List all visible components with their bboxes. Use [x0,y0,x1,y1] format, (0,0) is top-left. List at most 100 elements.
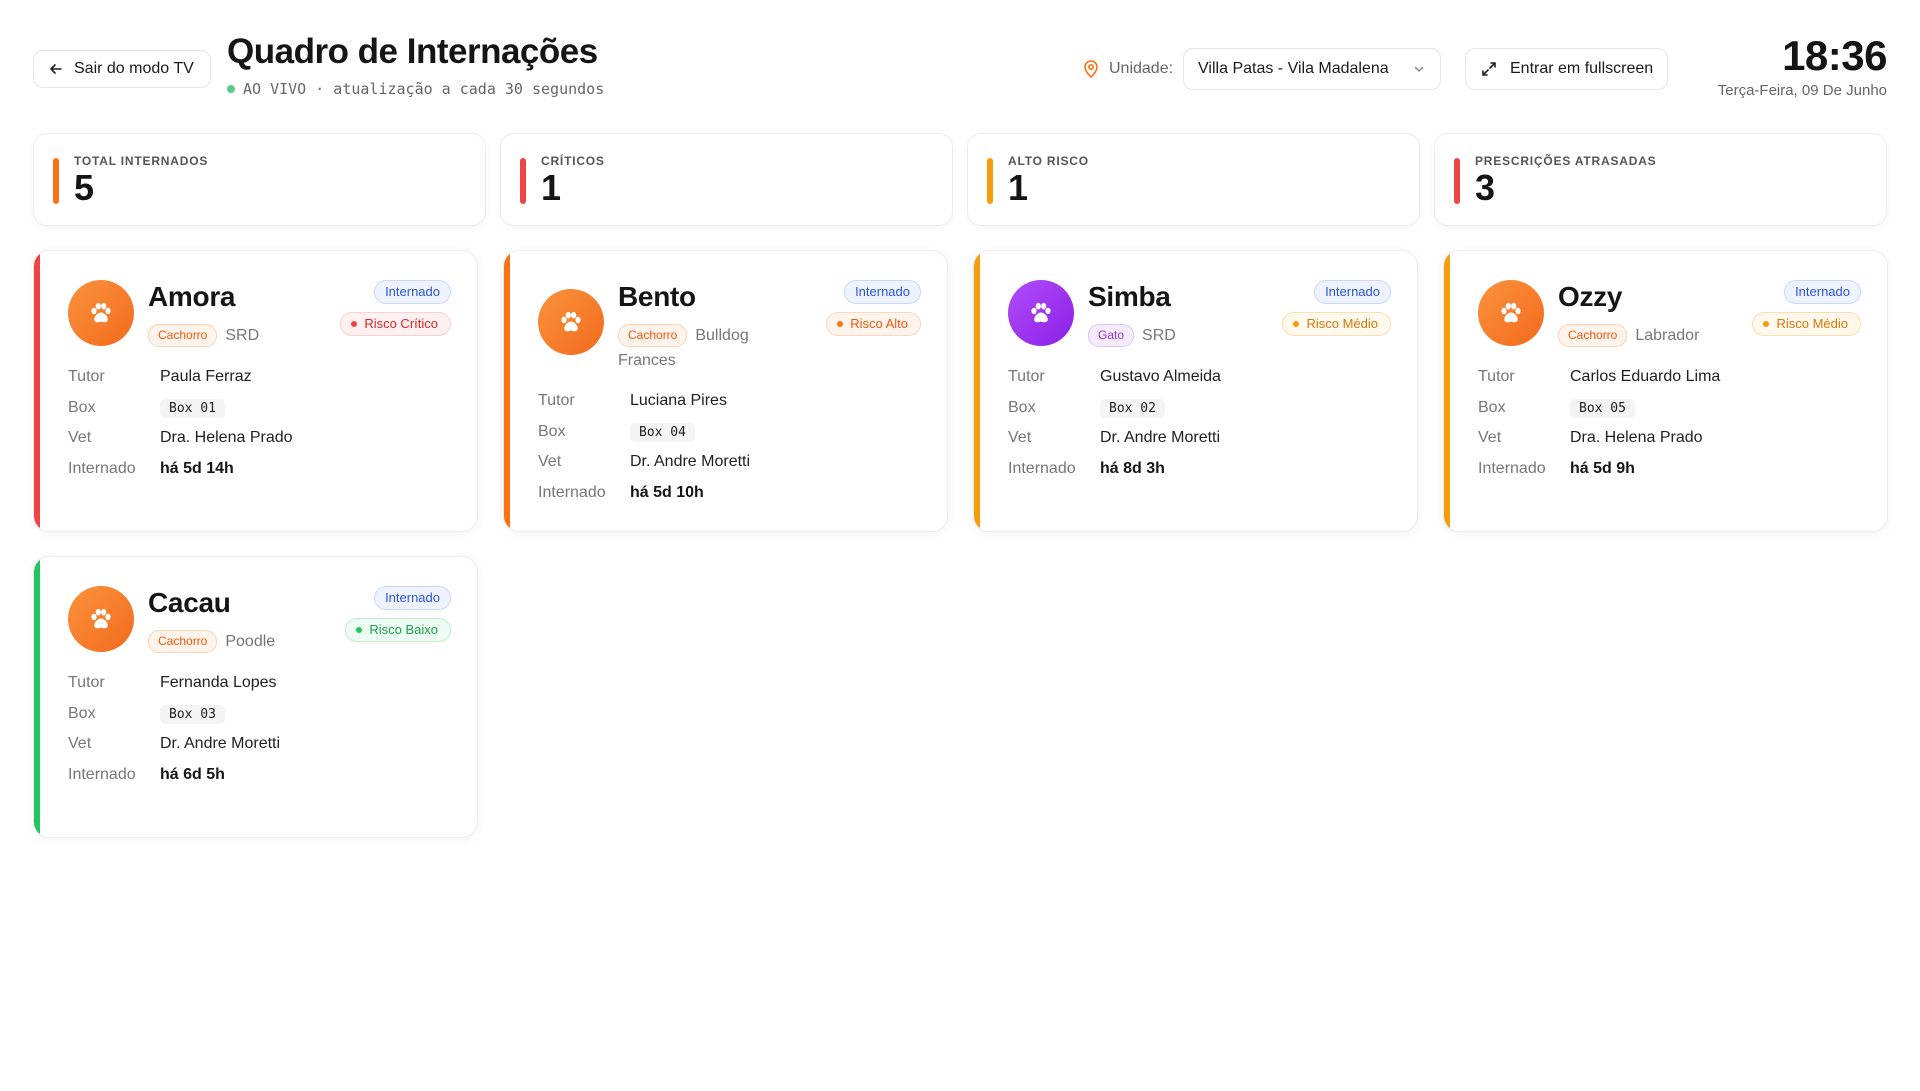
risk-label: Risco Médio [1776,316,1848,331]
info-row-internado: Internado há 5d 10h [538,478,750,509]
stat-card-total: Total internados 5 [33,133,486,226]
risk-badge: Risco Crítico [340,312,451,336]
risk-dot-icon [356,627,363,633]
species-row: Cachorro Labrador [1558,323,1713,348]
fullscreen-label: Entrar em fullscreen [1510,60,1654,77]
unit-label: Unidade: [1109,60,1174,77]
status-badge: Internado [374,280,451,304]
info-row-vet: Vet Dra. Helena Prado [68,423,293,454]
patient-card-ozzy[interactable]: Ozzy Cachorro Labrador Internado Risco Mé… [1443,250,1888,532]
info-key: Internado [68,765,136,783]
stat-label: Prescrições atrasadas [1475,154,1657,168]
fullscreen-button[interactable]: Entrar em fullscreen [1465,48,1669,90]
map-pin-icon [1081,59,1101,79]
info-key: Box [68,398,96,416]
stat-label: Total internados [74,154,209,168]
tutor-value: Fernanda Lopes [160,674,277,692]
badges: Internado Risco Baixo [345,586,451,642]
risk-accent-bar [34,557,40,837]
patient-avatar [538,289,604,355]
info-row-box: Box Box 05 [1478,393,1720,424]
patient-name: Simba [1088,281,1171,312]
patient-avatar [1008,280,1074,346]
info-key: Box [68,704,96,722]
paw-icon [561,311,581,332]
info-key: Vet [1478,429,1502,447]
patient-info: Tutor Gustavo Almeida Box Box 02 Vet Dr. An… [1008,362,1221,484]
info-row-tutor: Tutor Fernanda Lopes [68,668,280,699]
stat-card-late-prescriptions: Prescrições atrasadas 3 [1434,133,1887,226]
risk-accent-bar [974,251,980,531]
vet-value: Dra. Helena Prado [1570,429,1703,447]
info-row-box: Box Box 03 [68,699,280,730]
info-row-box: Box Box 02 [1008,393,1221,424]
species-badge: Cachorro [148,324,218,347]
badges: Internado Risco Alto [826,280,921,336]
exit-tv-mode-button[interactable]: Sair do modo TV [33,50,211,88]
tutor-value: Luciana Pires [630,392,727,410]
patient-card-bento[interactable]: Bento Cachorro Bulldog Frances Internado … [503,250,948,532]
risk-accent-bar [34,251,40,531]
patient-name: Bento [618,281,696,312]
header: Sair do modo TV Quadro de Internações AO… [33,30,1888,110]
status-badge: Internado [844,280,921,304]
box-chip: Box 03 [160,704,225,724]
stat-bar [520,158,526,204]
arrow-left-icon [50,64,62,74]
risk-badge: Risco Baixo [345,618,451,642]
risk-badge: Risco Médio [1752,312,1861,336]
risk-label: Risco Alto [850,316,908,331]
patient-card-simba[interactable]: Simba Gato SRD Internado Risco Médio Tuto… [973,250,1418,532]
info-key: Box [538,422,566,440]
page-title: Quadro de Internações [227,32,598,71]
info-key: Vet [68,429,92,447]
info-key: Vet [68,735,92,753]
info-row-vet: Vet Dr. Andre Moretti [1008,423,1221,454]
info-row-internado: Internado há 6d 5h [68,760,280,791]
patient-card-amora[interactable]: Amora Cachorro SRD Internado Risco Crític… [33,250,478,532]
info-key: Internado [538,483,606,501]
info-row-box: Box Box 04 [538,417,750,448]
internado-value: há 5d 9h [1570,459,1635,477]
species-row: Cachorro Poodle [148,629,303,654]
breed: Poodle [225,633,276,650]
info-row-tutor: Tutor Luciana Pires [538,386,750,417]
stat-bar [987,158,993,204]
breed: SRD [1142,327,1176,344]
info-key: Tutor [1008,368,1045,386]
info-key: Vet [1008,429,1032,447]
risk-dot-icon [1293,321,1300,327]
info-row-internado: Internado há 8d 3h [1008,454,1221,485]
info-row-internado: Internado há 5d 14h [68,454,293,485]
unit-select[interactable]: Villa Patas - Vila Madalena [1183,48,1442,90]
stat-label: Críticos [541,154,605,168]
vet-value: Dr. Andre Moretti [160,735,281,753]
patient-info: Tutor Paula Ferraz Box Box 01 Vet Dra. Hele… [68,362,293,484]
info-key: Tutor [68,674,105,692]
patient-info: Tutor Carlos Eduardo Lima Box Box 05 Vet Dr… [1478,362,1720,484]
stat-value: 1 [1008,167,1029,208]
status-badge: Internado [1784,280,1861,304]
species-row: Cachorro SRD [148,323,303,348]
info-row-tutor: Tutor Gustavo Almeida [1008,362,1221,393]
breed: SRD [225,327,260,344]
exit-tv-mode-label: Sair do modo TV [74,60,194,77]
patient-card-cacau[interactable]: Cacau Cachorro Poodle Internado Risco Bai… [33,556,478,838]
risk-dot-icon [351,321,358,327]
info-row-internado: Internado há 5d 9h [1478,454,1720,485]
info-row-vet: Vet Dr. Andre Moretti [68,729,280,760]
species-row: Gato SRD [1088,323,1243,348]
patient-info: Tutor Luciana Pires Box Box 04 Vet Dr. Andr… [538,386,750,508]
info-row-tutor: Tutor Carlos Eduardo Lima [1478,362,1720,393]
info-key: Internado [1478,459,1546,477]
risk-label: Risco Médio [1306,316,1378,331]
info-key: Box [1478,398,1506,416]
stat-bar [1454,158,1460,204]
info-key: Internado [68,459,136,477]
vet-value: Dr. Andre Moretti [630,453,751,471]
info-row-vet: Vet Dr. Andre Moretti [538,447,750,478]
expand-icon [1482,62,1496,76]
date: Terça-Feira, 09 De Junho [1717,82,1887,99]
paw-icon [91,608,111,629]
status-badge: Internado [374,586,451,610]
